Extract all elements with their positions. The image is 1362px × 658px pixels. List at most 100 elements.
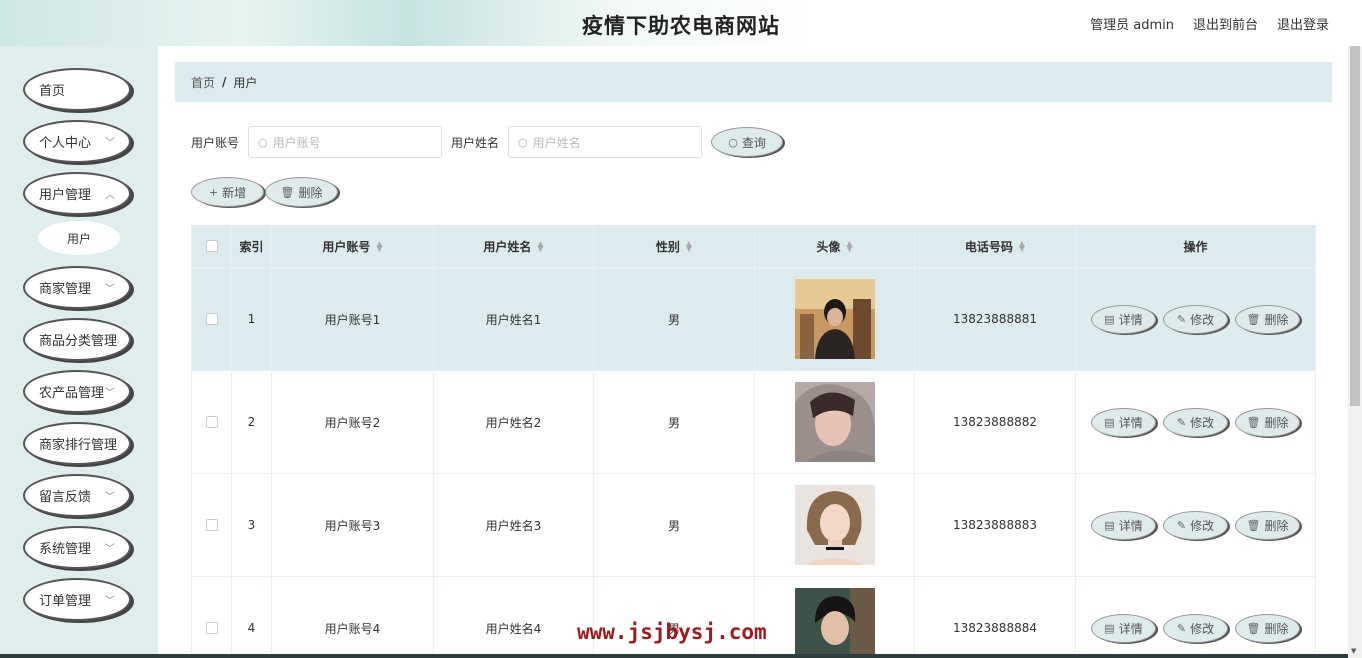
table-row[interactable]: 1 用户账号1 用户姓名1 男 13823888881 ▤ 详情 ✎ 修改 🗑 删除 bbox=[192, 268, 1316, 371]
header-avatar[interactable]: 头像 ▲ ▼ bbox=[755, 225, 915, 267]
sidebar-item-label: 农产品管理 bbox=[39, 386, 105, 401]
account-label: 用户账号 bbox=[191, 135, 240, 150]
trash-icon: 🗑 bbox=[280, 185, 295, 199]
sidebar-item-feedback[interactable]: 留言反馈 ﹀ bbox=[23, 474, 131, 517]
header-label: 索引 bbox=[239, 239, 264, 254]
vertical-scrollbar[interactable]: ▼ bbox=[1348, 46, 1362, 658]
sort-icon[interactable]: ▲ ▼ bbox=[1019, 240, 1025, 253]
sidebar-item-merchant-management[interactable]: 商家管理 ﹀ bbox=[23, 266, 131, 309]
query-button[interactable]: ○ 查询 bbox=[711, 127, 784, 157]
account-search-input[interactable]: ○ 用户账号 bbox=[248, 126, 443, 158]
sidebar-item-user-management[interactable]: 用户管理 ︿ bbox=[23, 172, 131, 215]
gender-cell: 男 bbox=[594, 474, 755, 576]
edit-button[interactable]: ✎ 修改 bbox=[1163, 510, 1228, 540]
search-icon: ○ bbox=[728, 135, 738, 149]
chevron-down-icon: ﹀ bbox=[105, 492, 115, 503]
scrollbar-thumb[interactable] bbox=[1350, 46, 1360, 406]
sidebar-item-order-management[interactable]: 订单管理 ﹀ bbox=[23, 578, 131, 621]
logout-link[interactable]: 退出登录 bbox=[1277, 14, 1329, 33]
delete-button[interactable]: 🗑 删除 bbox=[1235, 510, 1300, 540]
index-cell: 2 bbox=[232, 371, 272, 473]
chevron-up-icon: ︿ bbox=[105, 190, 115, 201]
table-row[interactable]: 2 用户账号2 用户姓名2 男 13823888882 ▤ 详情 ✎ 修改 🗑 删除 bbox=[192, 371, 1316, 474]
pencil-icon: ✎ bbox=[1176, 415, 1187, 429]
detail-button[interactable]: ▤ 详情 bbox=[1091, 613, 1156, 643]
header-account[interactable]: 用户账号 ▲ ▼ bbox=[272, 225, 434, 267]
sidebar-item-label: 用户管理 bbox=[39, 188, 92, 203]
edit-button[interactable]: ✎ 修改 bbox=[1163, 407, 1228, 437]
avatar-cell bbox=[755, 577, 915, 658]
document-icon: ▤ bbox=[1104, 518, 1115, 532]
header-operations: 操作 bbox=[1076, 225, 1316, 267]
edit-label: 修改 bbox=[1190, 312, 1215, 327]
chevron-down-icon: ﹀ bbox=[105, 544, 115, 555]
sidebar-item-merchant-ranking[interactable]: 商家排行管理 bbox=[23, 422, 131, 465]
gender-cell: 男 bbox=[594, 577, 755, 658]
delete-button[interactable]: 🗑 删除 bbox=[1235, 304, 1300, 334]
detail-button[interactable]: ▤ 详情 bbox=[1091, 510, 1156, 540]
sort-icon[interactable]: ▲ ▼ bbox=[686, 240, 692, 253]
row-checkbox[interactable] bbox=[205, 519, 218, 531]
header-name[interactable]: 用户姓名 ▲ ▼ bbox=[434, 225, 594, 267]
scroll-down-arrow-icon[interactable]: ▼ bbox=[1351, 647, 1356, 655]
edit-button[interactable]: ✎ 修改 bbox=[1163, 304, 1228, 334]
sidebar-item-label: 首页 bbox=[39, 84, 66, 99]
breadcrumb-home[interactable]: 首页 bbox=[191, 74, 215, 91]
header-phone[interactable]: 电话号码 ▲ ▼ bbox=[915, 225, 1076, 267]
select-all-checkbox[interactable] bbox=[205, 240, 218, 252]
batch-delete-button[interactable]: 🗑 删除 bbox=[265, 177, 338, 207]
sidebar-item-profile[interactable]: 个人中心 ﹀ bbox=[23, 120, 131, 163]
operations-cell: ▤ 详情 ✎ 修改 🗑 删除 bbox=[1076, 268, 1316, 370]
delete-button-label: 删除 bbox=[298, 185, 323, 200]
detail-button[interactable]: ▤ 详情 bbox=[1091, 304, 1156, 334]
back-to-front-link[interactable]: 退出到前台 bbox=[1193, 14, 1258, 33]
sidebar: 首页 个人中心 ﹀ 用户管理 ︿ 用户 商家管理 ﹀ 商品分类管理 农产品管理 ﹀ 商家… bbox=[0, 46, 158, 658]
sort-icon[interactable]: ▲ ▼ bbox=[376, 240, 382, 253]
operations-cell: ▤ 详情 ✎ 修改 🗑 删除 bbox=[1076, 371, 1316, 473]
row-checkbox[interactable] bbox=[205, 313, 218, 325]
index-cell: 1 bbox=[232, 268, 272, 370]
delete-button[interactable]: 🗑 删除 bbox=[1235, 407, 1300, 437]
table-header: 索引 用户账号 ▲ ▼ 用户姓名 ▲ ▼ 性别 ▲ ▼ 头像 ▲ ▼ 电话号码 ▲ ▼ 操作 bbox=[192, 225, 1316, 268]
row-checkbox[interactable] bbox=[205, 416, 218, 428]
name-search-input[interactable]: ○ 用户姓名 bbox=[508, 126, 703, 158]
account-cell: 用户账号1 bbox=[272, 268, 434, 370]
trash-icon: 🗑 bbox=[1246, 415, 1261, 429]
add-button-label: 新增 bbox=[222, 185, 247, 200]
delete-button[interactable]: 🗑 删除 bbox=[1235, 613, 1300, 643]
index-cell: 4 bbox=[232, 577, 272, 658]
detail-button[interactable]: ▤ 详情 bbox=[1091, 407, 1156, 437]
header-label: 头像 bbox=[816, 239, 841, 254]
user-table: 索引 用户账号 ▲ ▼ 用户姓名 ▲ ▼ 性别 ▲ ▼ 头像 ▲ ▼ 电话号码 ▲ ▼ 操作 1 用… bbox=[191, 225, 1316, 658]
sidebar-item-home[interactable]: 首页 bbox=[23, 68, 131, 111]
sidebar-item-category-management[interactable]: 商品分类管理 bbox=[23, 318, 131, 361]
admin-label: 管理员 admin bbox=[1090, 18, 1174, 33]
detail-label: 详情 bbox=[1118, 518, 1143, 533]
trash-icon: 🗑 bbox=[1246, 518, 1261, 532]
delete-label: 删除 bbox=[1264, 621, 1289, 636]
header-gender[interactable]: 性别 ▲ ▼ bbox=[594, 225, 755, 267]
header-label: 电话号码 bbox=[964, 239, 1013, 254]
pencil-icon: ✎ bbox=[1176, 312, 1187, 326]
sidebar-item-product-management[interactable]: 农产品管理 ﹀ bbox=[23, 370, 131, 413]
sidebar-item-label: 订单管理 bbox=[39, 594, 92, 609]
sort-icon[interactable]: ▲ ▼ bbox=[846, 240, 852, 253]
table-row[interactable]: 3 用户账号3 用户姓名3 男 13823888883 ▤ 详情 ✎ 修改 🗑 删除 bbox=[192, 474, 1316, 577]
index-cell: 3 bbox=[232, 474, 272, 576]
sort-icon[interactable]: ▲ ▼ bbox=[537, 240, 543, 253]
query-button-label: 查询 bbox=[741, 135, 766, 150]
sidebar-item-system-management[interactable]: 系统管理 ﹀ bbox=[23, 526, 131, 569]
avatar bbox=[794, 588, 875, 658]
pencil-icon: ✎ bbox=[1176, 518, 1187, 532]
avatar-cell bbox=[755, 371, 915, 473]
add-button[interactable]: + 新增 bbox=[191, 177, 264, 207]
gender-cell: 男 bbox=[594, 371, 755, 473]
sidebar-item-label: 商家管理 bbox=[39, 282, 92, 297]
sidebar-subitem-user[interactable]: 用户 bbox=[38, 221, 120, 255]
breadcrumb: 首页 / 用户 bbox=[175, 62, 1332, 102]
trash-icon: 🗑 bbox=[1246, 621, 1261, 635]
row-checkbox[interactable] bbox=[205, 622, 218, 634]
table-row[interactable]: 4 用户账号4 用户姓名4 男 13823888884 ▤ 详情 ✎ 修改 🗑 删除 bbox=[192, 577, 1316, 658]
avatar-cell bbox=[755, 474, 915, 576]
edit-button[interactable]: ✎ 修改 bbox=[1163, 613, 1228, 643]
